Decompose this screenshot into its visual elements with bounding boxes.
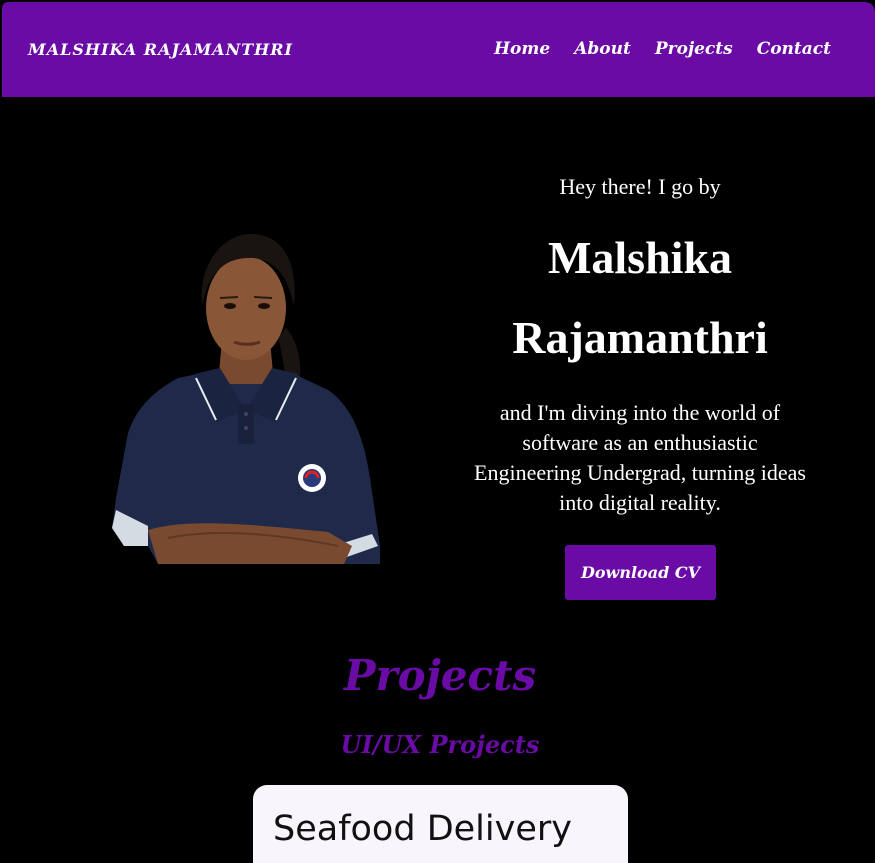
- page: MALSHIKA RAJAMANTHRI Home About Projects…: [0, 0, 875, 863]
- nav-link-about[interactable]: About: [574, 39, 631, 59]
- hero-text: Hey there! I go by Malshika Rajamanthri …: [456, 170, 824, 518]
- hero-greeting: Hey there! I go by: [559, 174, 721, 199]
- navbar: MALSHIKA RAJAMANTHRI Home About Projects…: [2, 2, 875, 97]
- project-card[interactable]: Seafood Delivery: [253, 785, 628, 863]
- project-card-title: Seafood Delivery: [273, 809, 572, 849]
- download-cv-button[interactable]: Download CV: [565, 545, 716, 600]
- hero-tagline: and I'm diving into the world of softwar…: [474, 400, 806, 515]
- profile-photo: [112, 233, 380, 564]
- hero-name-first: Malshika: [547, 232, 733, 283]
- projects-heading: Projects: [343, 651, 537, 700]
- nav-link-home[interactable]: Home: [494, 39, 550, 59]
- nav-link-contact[interactable]: Contact: [757, 39, 831, 59]
- brand-logo[interactable]: MALSHIKA RAJAMANTHRI: [28, 40, 293, 59]
- uiux-projects-subheading: UI/UX Projects: [340, 730, 540, 759]
- nav-links: Home About Projects Contact: [494, 39, 831, 59]
- hero-name-last: Rajamanthri: [512, 312, 768, 363]
- hero-name: Malshika Rajamanthri: [456, 218, 824, 378]
- nav-link-projects[interactable]: Projects: [655, 39, 733, 59]
